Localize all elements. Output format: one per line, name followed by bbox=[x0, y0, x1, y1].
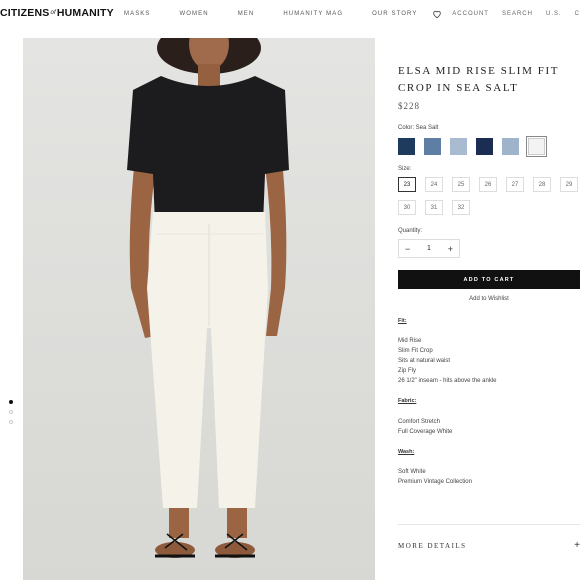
size-option[interactable]: 29 bbox=[560, 177, 578, 192]
product-title: ELSA MID RISE SLIM FIT CROP IN SEA SALT bbox=[398, 65, 559, 94]
nav-item-masks[interactable]: MASKS bbox=[124, 11, 151, 17]
search-link[interactable]: SEARCH bbox=[502, 11, 533, 17]
gallery-pagination bbox=[9, 400, 13, 430]
quantity-label: Quantity: bbox=[398, 228, 423, 234]
gallery-dot-1[interactable] bbox=[9, 400, 13, 404]
region-selector[interactable]: U.S. bbox=[546, 11, 562, 17]
swatch-5[interactable] bbox=[502, 138, 519, 155]
nav-item-our-story[interactable]: OUR STORY bbox=[372, 11, 417, 17]
quantity-increase-button[interactable]: + bbox=[448, 244, 453, 254]
size-option[interactable]: 31 bbox=[425, 200, 443, 215]
fit-line: Zip Fly bbox=[398, 368, 416, 374]
gallery-dot-3[interactable] bbox=[9, 420, 13, 424]
quantity-value[interactable]: 1 bbox=[427, 245, 431, 252]
swatch-sea-salt[interactable] bbox=[526, 136, 547, 157]
fabric-line: Comfort Stretch bbox=[398, 419, 441, 425]
size-option[interactable]: 30 bbox=[398, 200, 416, 215]
size-label: Size: bbox=[398, 166, 412, 172]
color-label: Color: Sea Salt bbox=[398, 125, 439, 131]
size-option[interactable]: 25 bbox=[452, 177, 470, 192]
account-link[interactable]: ACCOUNT bbox=[452, 11, 489, 17]
color-swatches bbox=[398, 136, 554, 157]
swatch-4[interactable] bbox=[476, 138, 493, 155]
site-logo[interactable]: CITIZENSofHUMANITY bbox=[0, 7, 114, 19]
logo-text-left: CITIZENS bbox=[0, 7, 50, 19]
swatch-2[interactable] bbox=[424, 138, 441, 155]
size-option[interactable]: 24 bbox=[425, 177, 443, 192]
utility-nav: ACCOUNT SEARCH U.S. C bbox=[432, 9, 580, 19]
fit-details: Mid Rise Slim Fit Crop Sits at natural w… bbox=[398, 336, 497, 386]
quantity-stepper: − 1 + bbox=[398, 239, 460, 258]
more-details-accordion[interactable]: MORE DETAILS + bbox=[398, 524, 580, 551]
fabric-details: Comfort Stretch Full Coverage White bbox=[398, 417, 452, 437]
site-header: CITIZENSofHUMANITY MASKS WOMEN MEN HUMAN… bbox=[0, 0, 580, 30]
nav-item-women[interactable]: WOMEN bbox=[180, 11, 209, 17]
fit-line: 26 1/2" inseam - hits above the ankle bbox=[398, 378, 497, 384]
fit-line: Mid Rise bbox=[398, 338, 422, 344]
logo-text-right: HUMANITY bbox=[56, 7, 114, 19]
product-price: $228 bbox=[398, 101, 420, 111]
product-image[interactable] bbox=[23, 38, 375, 580]
fit-line: Sits at natural waist bbox=[398, 358, 451, 364]
size-option[interactable]: 27 bbox=[506, 177, 524, 192]
more-details-label: MORE DETAILS bbox=[398, 542, 467, 550]
fit-line: Slim Fit Crop bbox=[398, 348, 433, 354]
main-nav: MASKS WOMEN MEN HUMANITY MAG OUR STORY bbox=[124, 11, 446, 17]
quantity-decrease-button[interactable]: − bbox=[405, 244, 410, 254]
expand-plus-icon[interactable]: + bbox=[574, 540, 580, 551]
add-to-cart-button[interactable]: ADD TO CART bbox=[398, 270, 580, 289]
wash-line: Premium Vintage Collection bbox=[398, 479, 472, 485]
fabric-heading: Fabric: bbox=[398, 398, 417, 404]
swatch-1[interactable] bbox=[398, 138, 415, 155]
wash-details: Soft White Premium Vintage Collection bbox=[398, 467, 472, 487]
wishlist-heart-icon[interactable] bbox=[432, 9, 442, 19]
size-option[interactable]: 28 bbox=[533, 177, 551, 192]
nav-item-men[interactable]: MEN bbox=[238, 11, 255, 17]
wash-heading: Wash: bbox=[398, 449, 415, 455]
gallery-dot-2[interactable] bbox=[9, 410, 13, 414]
fabric-line: Full Coverage White bbox=[398, 429, 453, 435]
model-figure-illustration bbox=[127, 38, 289, 558]
fit-heading: Fit: bbox=[398, 318, 407, 324]
cart-link[interactable]: C bbox=[575, 11, 580, 17]
add-to-wishlist-link[interactable]: Add to Wishlist bbox=[398, 296, 580, 302]
nav-item-humanity-mag[interactable]: HUMANITY MAG bbox=[283, 11, 343, 17]
size-option[interactable]: 26 bbox=[479, 177, 497, 192]
size-options: 23 24 25 26 27 28 29 30 31 32 bbox=[398, 177, 580, 223]
size-option[interactable]: 32 bbox=[452, 200, 470, 215]
wash-line: Soft White bbox=[398, 469, 426, 475]
swatch-3[interactable] bbox=[450, 138, 467, 155]
size-option[interactable]: 23 bbox=[398, 177, 416, 192]
logo-text-of: of bbox=[50, 10, 56, 16]
